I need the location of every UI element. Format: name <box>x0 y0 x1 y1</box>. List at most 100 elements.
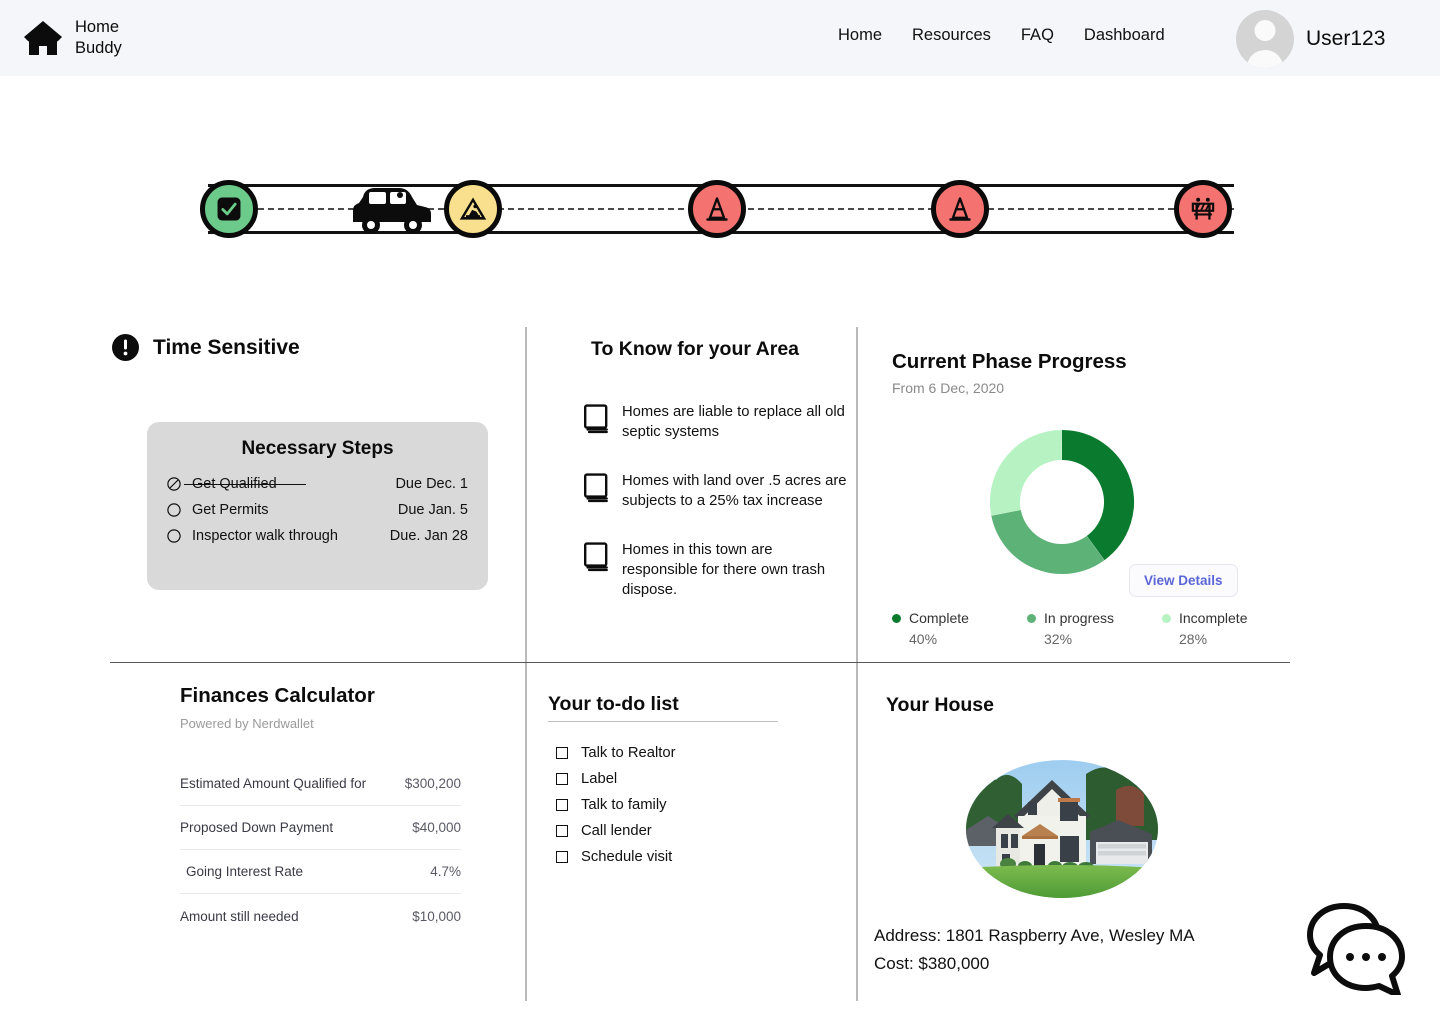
donut-slice-incomplete <box>990 430 1063 516</box>
donut-slice-in-progress <box>991 509 1105 574</box>
traffic-cone-icon <box>949 197 971 221</box>
checkbox-icon[interactable] <box>556 747 568 759</box>
circle-empty-icon <box>167 529 181 543</box>
view-details-button[interactable]: View Details <box>1129 564 1238 597</box>
todo-title-underline <box>548 721 778 722</box>
circle-empty-icon <box>167 503 181 517</box>
checkbox-icon[interactable] <box>556 851 568 863</box>
checkbox-icon[interactable] <box>556 799 568 811</box>
finances-label: Proposed Down Payment <box>180 820 334 835</box>
todo-label: Schedule visit <box>581 849 673 865</box>
brand-logo[interactable]: Home Buddy <box>22 17 122 59</box>
legend-label: In progress <box>1044 610 1115 626</box>
list-item[interactable]: Talk to family <box>556 792 676 818</box>
brand-line-1: Home <box>75 17 120 36</box>
list-item: Homes in this town are responsible for t… <box>583 540 851 601</box>
legend-item-incomplete: Incomplete 28% <box>1162 610 1247 647</box>
circle-slash-checked-icon <box>167 477 181 491</box>
step-due: Due. Jan 28 <box>389 528 468 544</box>
checkbox-icon[interactable] <box>556 773 568 785</box>
legend-dot-icon <box>892 613 901 623</box>
necessary-steps-card: Necessary Steps Get Qualified Due Dec. 1… <box>147 422 488 590</box>
phase-progress-subtitle: From 6 Dec, 2020 <box>892 380 1005 396</box>
nav-item-faq[interactable]: FAQ <box>1007 26 1070 45</box>
user-name: User123 <box>1306 27 1386 50</box>
step-label: Get Permits <box>192 502 269 518</box>
your-house-title: Your House <box>886 694 994 716</box>
finances-table: Estimated Amount Qualified for $300,200 … <box>180 762 461 938</box>
step-label: Get Qualified <box>183 476 395 492</box>
legend-value: 32% <box>1044 631 1073 647</box>
top-header: Home Buddy Home Resources FAQ Dashboard … <box>0 0 1440 76</box>
house-icon <box>22 18 64 58</box>
construction-sign-icon <box>459 197 487 220</box>
finances-label: Estimated Amount Qualified for <box>180 776 367 791</box>
todo-list: Talk to Realtor Label Talk to family Cal… <box>556 740 676 870</box>
avatar <box>1236 10 1294 68</box>
legend-value: 40% <box>909 631 938 647</box>
main-nav: Home Resources FAQ Dashboard <box>838 26 1181 45</box>
exclamation-circle-icon <box>112 334 139 361</box>
todo-label: Talk to Realtor <box>581 745 676 761</box>
timeline-stop-2-in-progress[interactable] <box>444 180 502 238</box>
to-know-text: Homes are liable to replace all old sept… <box>622 404 845 441</box>
timeline-stop-1-complete[interactable] <box>200 180 258 238</box>
legend-label: Incomplete <box>1179 610 1248 626</box>
todo-title: Your to-do list <box>548 693 679 715</box>
phase-progress-legend: Complete 40% In progress 32% Incomplete … <box>892 610 1252 647</box>
to-know-text: Homes in this town are responsible for t… <box>622 541 826 599</box>
brand-text: Home Buddy <box>75 17 122 59</box>
list-item[interactable]: Talk to Realtor <box>556 740 676 766</box>
table-row: Amount still needed $10,000 <box>180 894 461 938</box>
house-cost: Cost: $380,000 <box>874 954 990 973</box>
time-sensitive-title: Time Sensitive <box>153 335 300 359</box>
phase-progress-donut-chart <box>962 418 1162 586</box>
todo-label: Call lender <box>581 823 652 839</box>
time-sensitive-header: Time Sensitive <box>112 334 300 361</box>
finances-subtitle: Powered by Nerdwallet <box>180 716 314 731</box>
nav-item-home[interactable]: Home <box>838 26 898 45</box>
checkbox-checked-icon <box>217 197 241 221</box>
finances-value: $10,000 <box>412 908 461 924</box>
list-item[interactable]: Label <box>556 766 676 792</box>
car-icon <box>347 181 433 237</box>
user-menu[interactable]: User123 <box>1236 10 1385 68</box>
step-label: Inspector walk through <box>192 528 338 544</box>
to-know-text: Homes with land over .5 acres are subjec… <box>622 472 847 510</box>
step-due: Due Dec. 1 <box>395 476 468 492</box>
donut-slice-complete <box>1061 430 1134 561</box>
legend-value: 28% <box>1179 631 1208 647</box>
legend-dot-icon <box>1027 613 1036 623</box>
table-row: Proposed Down Payment $40,000 <box>180 806 461 850</box>
traffic-cone-icon <box>706 197 728 221</box>
nav-item-dashboard[interactable]: Dashboard <box>1070 26 1181 45</box>
road-barricade-icon <box>1191 197 1215 220</box>
row-divider <box>110 662 1290 663</box>
step-row[interactable]: Get Qualified Due Dec. 1 <box>167 471 468 497</box>
book-icon <box>583 473 609 503</box>
timeline-stop-5-upcoming[interactable] <box>1174 180 1232 238</box>
column-divider-right <box>856 327 858 1001</box>
step-row[interactable]: Inspector walk through Due. Jan 28 <box>167 523 468 549</box>
brand-line-2: Buddy <box>75 39 122 57</box>
timeline-stop-4-upcoming[interactable] <box>931 180 989 238</box>
timeline-stop-3-upcoming[interactable] <box>688 180 746 238</box>
finances-value: $40,000 <box>412 820 461 835</box>
book-icon <box>583 404 609 434</box>
table-row: Estimated Amount Qualified for $300,200 <box>180 762 461 806</box>
list-item: Homes with land over .5 acres are subjec… <box>583 471 851 512</box>
finances-title: Finances Calculator <box>180 684 375 707</box>
to-know-title: To Know for your Area <box>591 338 800 360</box>
list-item[interactable]: Schedule visit <box>556 844 676 870</box>
legend-item-in-progress: In progress 32% <box>1027 610 1162 647</box>
legend-dot-icon <box>1162 613 1171 623</box>
house-photo <box>966 760 1158 898</box>
necessary-steps-title: Necessary Steps <box>241 438 394 459</box>
todo-label: Talk to family <box>581 797 667 813</box>
list-item[interactable]: Call lender <box>556 818 676 844</box>
chat-bubbles-icon[interactable] <box>1300 900 1410 998</box>
todo-label: Label <box>581 771 618 787</box>
nav-item-resources[interactable]: Resources <box>898 26 1007 45</box>
checkbox-icon[interactable] <box>556 825 568 837</box>
step-row[interactable]: Get Permits Due Jan. 5 <box>167 497 468 523</box>
